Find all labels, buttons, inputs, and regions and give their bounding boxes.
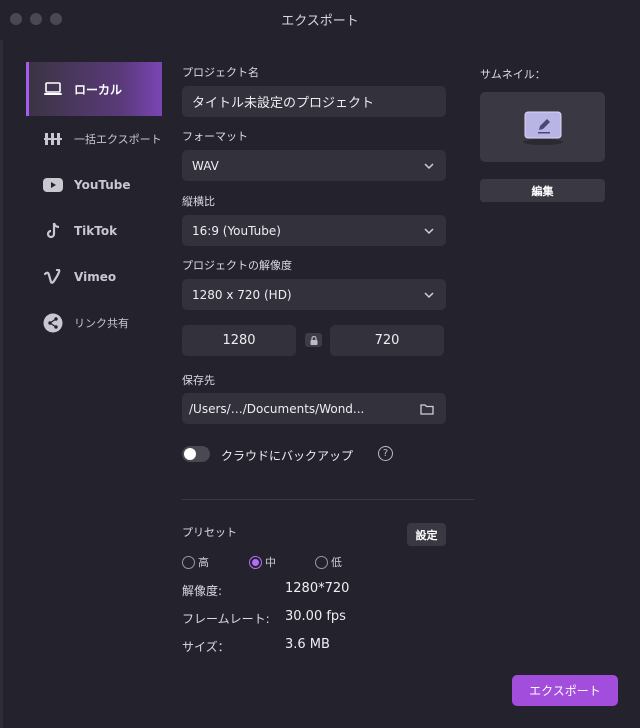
framerate-info-label: フレームレート: [182,612,270,626]
lock-icon [310,335,317,345]
radio-circle [182,555,195,569]
section-divider [182,499,474,500]
cloud-backup-toggle[interactable] [182,446,210,462]
sidebar-item-label: リンク共有 [74,317,129,330]
lock-aspect-button[interactable] [305,333,322,347]
close-window-button[interactable] [10,13,22,25]
project-name-input[interactable]: タイトル未設定のプロジェクト [182,86,446,117]
size-info-value: 3.6 MB [285,637,330,652]
radio-circle [315,555,328,569]
export-window: エクスポート ローカル 一括エクスポート YouTube TikTok Vime… [0,0,640,728]
batch-icon [42,128,64,150]
format-label: フォーマット [182,130,248,143]
window-edge [0,40,3,728]
export-button[interactable]: エクスポート [512,675,618,706]
sidebar-item-tiktok[interactable]: TikTok [26,208,162,254]
width-value: 1280 [222,333,256,348]
width-input[interactable]: 1280 [182,325,296,356]
titlebar: エクスポート [0,0,640,38]
radio-label: 高 [198,556,209,569]
radio-circle [249,555,262,569]
sidebar-item-vimeo[interactable]: Vimeo [26,254,162,300]
sidebar-item-label: YouTube [74,178,131,192]
zoom-window-button[interactable] [50,13,62,25]
sidebar-item-link-share[interactable]: リンク共有 [26,300,162,346]
radio-label: 中 [265,556,276,569]
resolution-select[interactable]: 1280 x 720 (HD) [182,279,446,310]
radio-label: 低 [331,556,342,569]
tiktok-icon [42,220,64,242]
save-location-label: 保存先 [182,374,215,387]
resolution-label: プロジェクトの解像度 [182,259,292,272]
minimize-window-button[interactable] [30,13,42,25]
format-select[interactable]: WAV [182,150,446,181]
chevron-down-icon [424,291,434,298]
sidebar-item-label: 一括エクスポート [74,133,162,146]
format-value: WAV [192,158,219,173]
edit-thumbnail-icon [522,111,563,145]
sidebar-item-batch-export[interactable]: 一括エクスポート [26,116,162,162]
resolution-info-label: 解像度: [182,584,223,598]
resolution-info-value: 1280*720 [285,581,350,596]
height-value: 720 [374,333,400,348]
project-name-value: タイトル未設定のプロジェクト [192,96,375,111]
aspect-ratio-label: 縦横比 [182,195,215,208]
sidebar-item-local[interactable]: ローカル [26,62,162,116]
share-icon [42,312,64,334]
preset-settings-button[interactable]: 設定 [407,523,446,546]
framerate-info-value: 30.00 fps [285,609,346,624]
folder-icon[interactable] [420,403,434,415]
cloud-backup-label: クラウドにバックアップ [221,449,354,463]
height-input[interactable]: 720 [330,325,444,356]
laptop-icon [42,78,64,100]
size-info-label: サイズ： [182,640,230,654]
resolution-value: 1280 x 720 (HD) [192,287,292,302]
save-location-field[interactable]: /Users/…/Documents/Wond... [182,393,446,424]
edit-thumbnail-button[interactable]: 編集 [480,179,605,202]
preset-radio-high[interactable]: 高 [182,554,209,570]
aspect-ratio-value: 16:9 (YouTube) [192,223,281,238]
preset-radio-low[interactable]: 低 [315,554,342,570]
sidebar-item-youtube[interactable]: YouTube [26,162,162,208]
export-target-sidebar: ローカル 一括エクスポート YouTube TikTok Vimeo リンク共有 [26,62,162,346]
preset-radio-medium[interactable]: 中 [249,554,276,570]
vimeo-icon [42,266,64,288]
help-icon[interactable]: ? [378,446,393,461]
toggle-knob [184,448,196,460]
window-title: エクスポート [281,13,359,29]
preset-label: プリセット [182,526,237,539]
project-name-label: プロジェクト名 [182,66,259,79]
sidebar-item-label: TikTok [74,224,118,238]
sidebar-item-label: Vimeo [74,270,117,284]
chevron-down-icon [424,227,434,234]
sidebar-item-label: ローカル [74,82,123,97]
aspect-ratio-select[interactable]: 16:9 (YouTube) [182,215,446,246]
window-controls [10,13,62,25]
thumbnail-preview [480,92,605,162]
save-path-value: /Users/…/Documents/Wond... [189,401,365,416]
youtube-icon [42,174,64,196]
chevron-down-icon [424,162,434,169]
thumbnail-label: サムネイル： [480,68,546,81]
